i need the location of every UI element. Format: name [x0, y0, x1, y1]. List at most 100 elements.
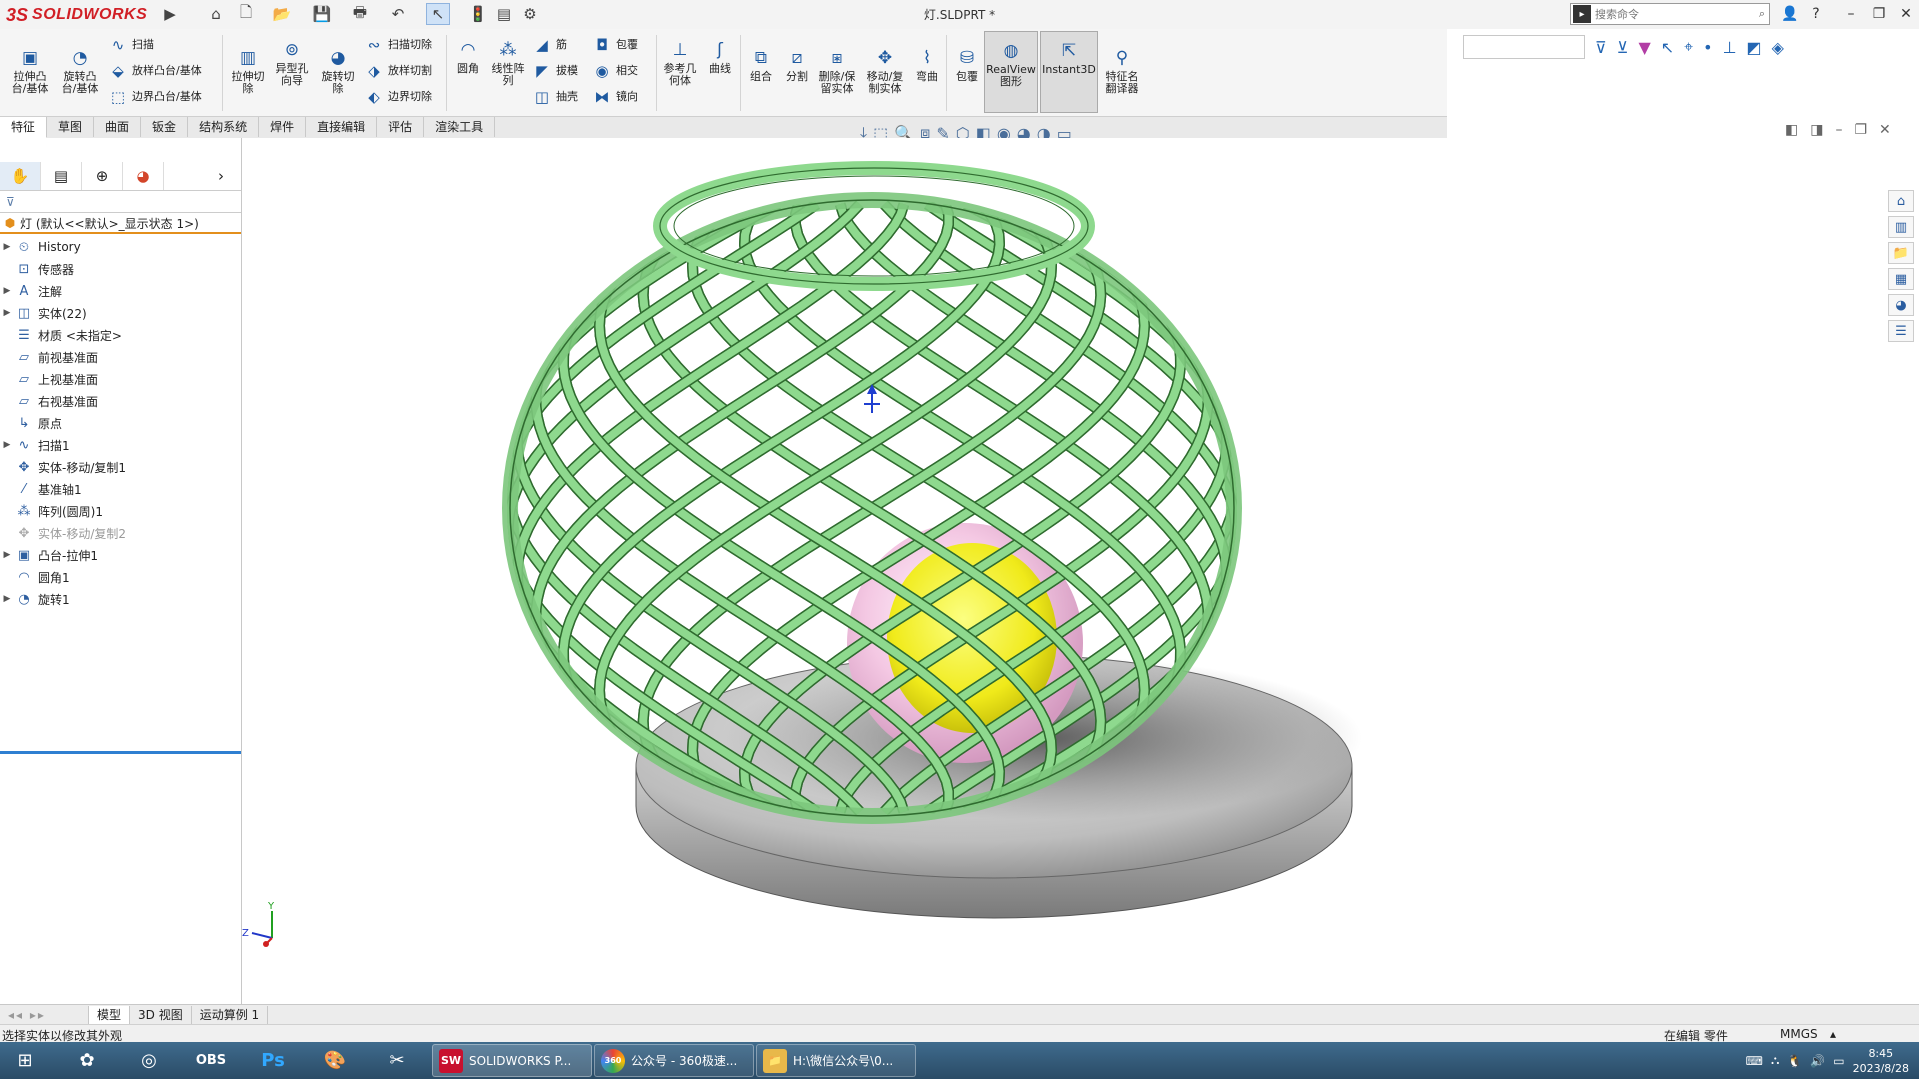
menu-expand-icon[interactable]: ▶ [158, 3, 182, 25]
hole-wizard-button[interactable]: ⊚ 异型孔 向导 [270, 39, 314, 87]
model-viewport[interactable]: Y Z [242, 138, 1902, 1004]
revolve-boss-button[interactable]: ◔ 旋转凸 台/基体 [58, 47, 102, 95]
extrude-boss-button[interactable]: ▣ 拉伸凸 台/基体 [8, 47, 52, 95]
boundary-cut-button[interactable]: ⬖ 边界切除 [364, 87, 432, 107]
wrap-body-button[interactable]: ⛁ 包覆 [950, 47, 984, 83]
tree-item-fillet1[interactable]: ◠ 圆角1 [0, 566, 241, 588]
tree-item-move-copy2[interactable]: ✥ 实体-移动/复制2 [0, 522, 241, 544]
taskbar-app-360-browser[interactable]: 360 公众号 - 360极速... [594, 1044, 754, 1077]
tree-item-top-plane[interactable]: ▱ 上视基准面 [0, 368, 241, 390]
combine-button[interactable]: ⧉ 组合 [744, 47, 778, 83]
restore-icon[interactable]: ❐ [1866, 3, 1892, 25]
tray-volume-icon[interactable]: 🔊 [1810, 1054, 1825, 1068]
taskbar-app-360-icon[interactable]: ✿ [64, 1044, 110, 1077]
user-icon[interactable]: 👤 [1777, 3, 1803, 25]
lofted-cut-button[interactable]: ⬗ 放样切割 [364, 61, 432, 81]
appearances-icon[interactable]: ◕ [1888, 294, 1914, 316]
home-icon[interactable]: ⌂ [204, 3, 228, 25]
tree-item-annotations[interactable]: ▶ A 注解 [0, 280, 241, 302]
filter-icon[interactable]: ⊽ [1595, 38, 1607, 57]
tree-item-move-copy1[interactable]: ✥ 实体-移动/复制1 [0, 456, 241, 478]
tab-features[interactable]: 特征 [0, 117, 48, 138]
realview-graphics-button[interactable]: ◍ RealView 图形 [984, 31, 1038, 113]
point-snap-icon[interactable]: • [1703, 38, 1712, 57]
start-button-icon[interactable]: ⊞ [2, 1044, 48, 1077]
rollback-bar[interactable] [0, 751, 241, 754]
split-button[interactable]: ⧄ 分割 [780, 47, 814, 83]
instant3d-button[interactable]: ⇱ Instant3D [1040, 31, 1098, 113]
configuration-manager-tab-icon[interactable]: ⊕ [82, 162, 123, 190]
search-icon[interactable]: ⌕ [1759, 7, 1765, 21]
tab-structure-system[interactable]: 结构系统 [188, 117, 260, 137]
options-gear-icon[interactable]: ⚙ [518, 3, 542, 25]
mirror-button[interactable]: ⧓ 镜向 [592, 87, 639, 107]
tab-direct-editing[interactable]: 直接编辑 [306, 117, 378, 137]
revolved-cut-button[interactable]: ◕ 旋转切 除 [316, 47, 360, 95]
rebuild-icon[interactable]: 🚦 [466, 3, 490, 25]
tree-item-boss-extrude1[interactable]: ▶ ▣ 凸台-拉伸1 [0, 544, 241, 566]
filter-faces-icon[interactable]: ⊻ [1617, 38, 1629, 57]
select-cursor-icon[interactable]: ↖ [1661, 38, 1674, 57]
expand-arrow-icon[interactable]: ▶ [0, 286, 14, 296]
move-copy-body-button[interactable]: ✥ 移动/复 制实体 [862, 47, 908, 95]
property-manager-tab-icon[interactable]: ▤ [41, 162, 82, 190]
print-icon[interactable]: 🖶 [348, 3, 372, 25]
tab-model[interactable]: 模型 [89, 1005, 131, 1025]
taskbar-paint-icon[interactable]: 🎨 [312, 1044, 358, 1077]
reference-geometry-button[interactable]: ⊥ 参考几 何体 [660, 39, 700, 87]
tree-item-history[interactable]: ▶ ⏲ History [0, 236, 241, 258]
file-explorer-icon[interactable]: 📁 [1888, 242, 1914, 264]
minimize-icon[interactable]: – [1838, 3, 1864, 25]
expand-arrow-icon[interactable]: ▶ [0, 242, 14, 252]
taskbar-browser-icon[interactable]: ◎ [126, 1044, 172, 1077]
viewport-restore-icon[interactable]: ❐ [1854, 122, 1867, 138]
open-icon[interactable]: 📂 [270, 3, 294, 25]
tree-item-axis1[interactable]: ⁄ 基准轴1 [0, 478, 241, 500]
taskbar-tool-icon[interactable]: ✂ [374, 1044, 420, 1077]
taskbar-obs-icon[interactable]: OBS [188, 1044, 234, 1077]
units-dropdown-icon[interactable]: ▴ [1830, 1027, 1836, 1041]
search-commands-box[interactable]: ▸ 搜索命令 ⌕ [1570, 3, 1770, 25]
viewport-close-icon[interactable]: ✕ [1879, 122, 1891, 138]
manager-expand-icon[interactable]: › [201, 162, 241, 190]
delete-keep-body-button[interactable]: ⧆ 删除/保 留实体 [814, 47, 860, 95]
taskbar-app-explorer[interactable]: 📁 H:\微信公众号\0... [756, 1044, 916, 1077]
taskbar-photoshop-icon[interactable]: Ps [250, 1044, 296, 1077]
tab-sheet-metal[interactable]: 钣金 [141, 117, 189, 137]
tab-scroll-arrows-icon[interactable]: ◂◂ ▸▸ [0, 1005, 89, 1025]
save-icon[interactable]: 💾 [310, 3, 334, 25]
selection-filter-icon[interactable]: ▼ [1638, 38, 1650, 57]
tree-item-sensors[interactable]: ⊡ 传感器 [0, 258, 241, 280]
new-document-icon[interactable]: 🗋 [234, 3, 258, 25]
expand-arrow-icon[interactable]: ▶ [0, 308, 14, 318]
tray-keyboard-icon[interactable]: ⌨ [1746, 1054, 1763, 1068]
tree-root-part[interactable]: ⬢ 灯 (默认<<默认>_显示状态 1>) [0, 214, 241, 234]
viewport-minimize-icon[interactable]: – [1835, 122, 1842, 138]
tab-evaluate[interactable]: 评估 [377, 117, 425, 137]
file-properties-icon[interactable]: ▤ [492, 3, 516, 25]
sweep-button[interactable]: ∿ 扫描 [108, 35, 154, 55]
boundary-boss-button[interactable]: ⬚ 边界凸台/基体 [108, 87, 202, 107]
units-selector[interactable]: MMGS [1780, 1027, 1818, 1041]
wrap-button[interactable]: ◘ 包覆 [592, 35, 638, 55]
feature-name-translator-button[interactable]: ⚲ 特征名 翻译器 [1100, 47, 1144, 95]
tray-clock[interactable]: 8:45 2023/8/28 [1853, 1046, 1909, 1076]
expand-arrow-icon[interactable]: ▶ [0, 550, 14, 560]
display-manager-tab-icon[interactable]: ◕ [123, 162, 164, 190]
tab-surfaces[interactable]: 曲面 [94, 117, 142, 137]
tab-sketch[interactable]: 草图 [47, 117, 95, 137]
tray-qq-icon[interactable]: 🐧 [1787, 1054, 1802, 1068]
tree-item-revolve1[interactable]: ▶ ◔ 旋转1 [0, 588, 241, 610]
viewport-prev-icon[interactable]: ◧ [1785, 122, 1798, 138]
taskbar-app-solidworks[interactable]: SW SOLIDWORKS P... [432, 1044, 592, 1077]
close-icon[interactable]: ✕ [1893, 3, 1919, 25]
tree-item-solid-bodies[interactable]: ▶ ◫ 实体(22) [0, 302, 241, 324]
loft-boss-button[interactable]: ⬙ 放样凸台/基体 [108, 61, 202, 81]
tree-item-front-plane[interactable]: ▱ 前视基准面 [0, 346, 241, 368]
flex-button[interactable]: ⌇ 弯曲 [910, 47, 944, 83]
extruded-cut-button[interactable]: ▥ 拉伸切 除 [226, 47, 270, 95]
curves-button[interactable]: ʃ 曲线 [702, 39, 738, 75]
fillet-button[interactable]: ◠ 圆角 [450, 39, 486, 75]
smart-dimension-icon[interactable]: ◈ [1772, 38, 1784, 57]
rib-button[interactable]: ◢ 筋 [532, 35, 567, 55]
